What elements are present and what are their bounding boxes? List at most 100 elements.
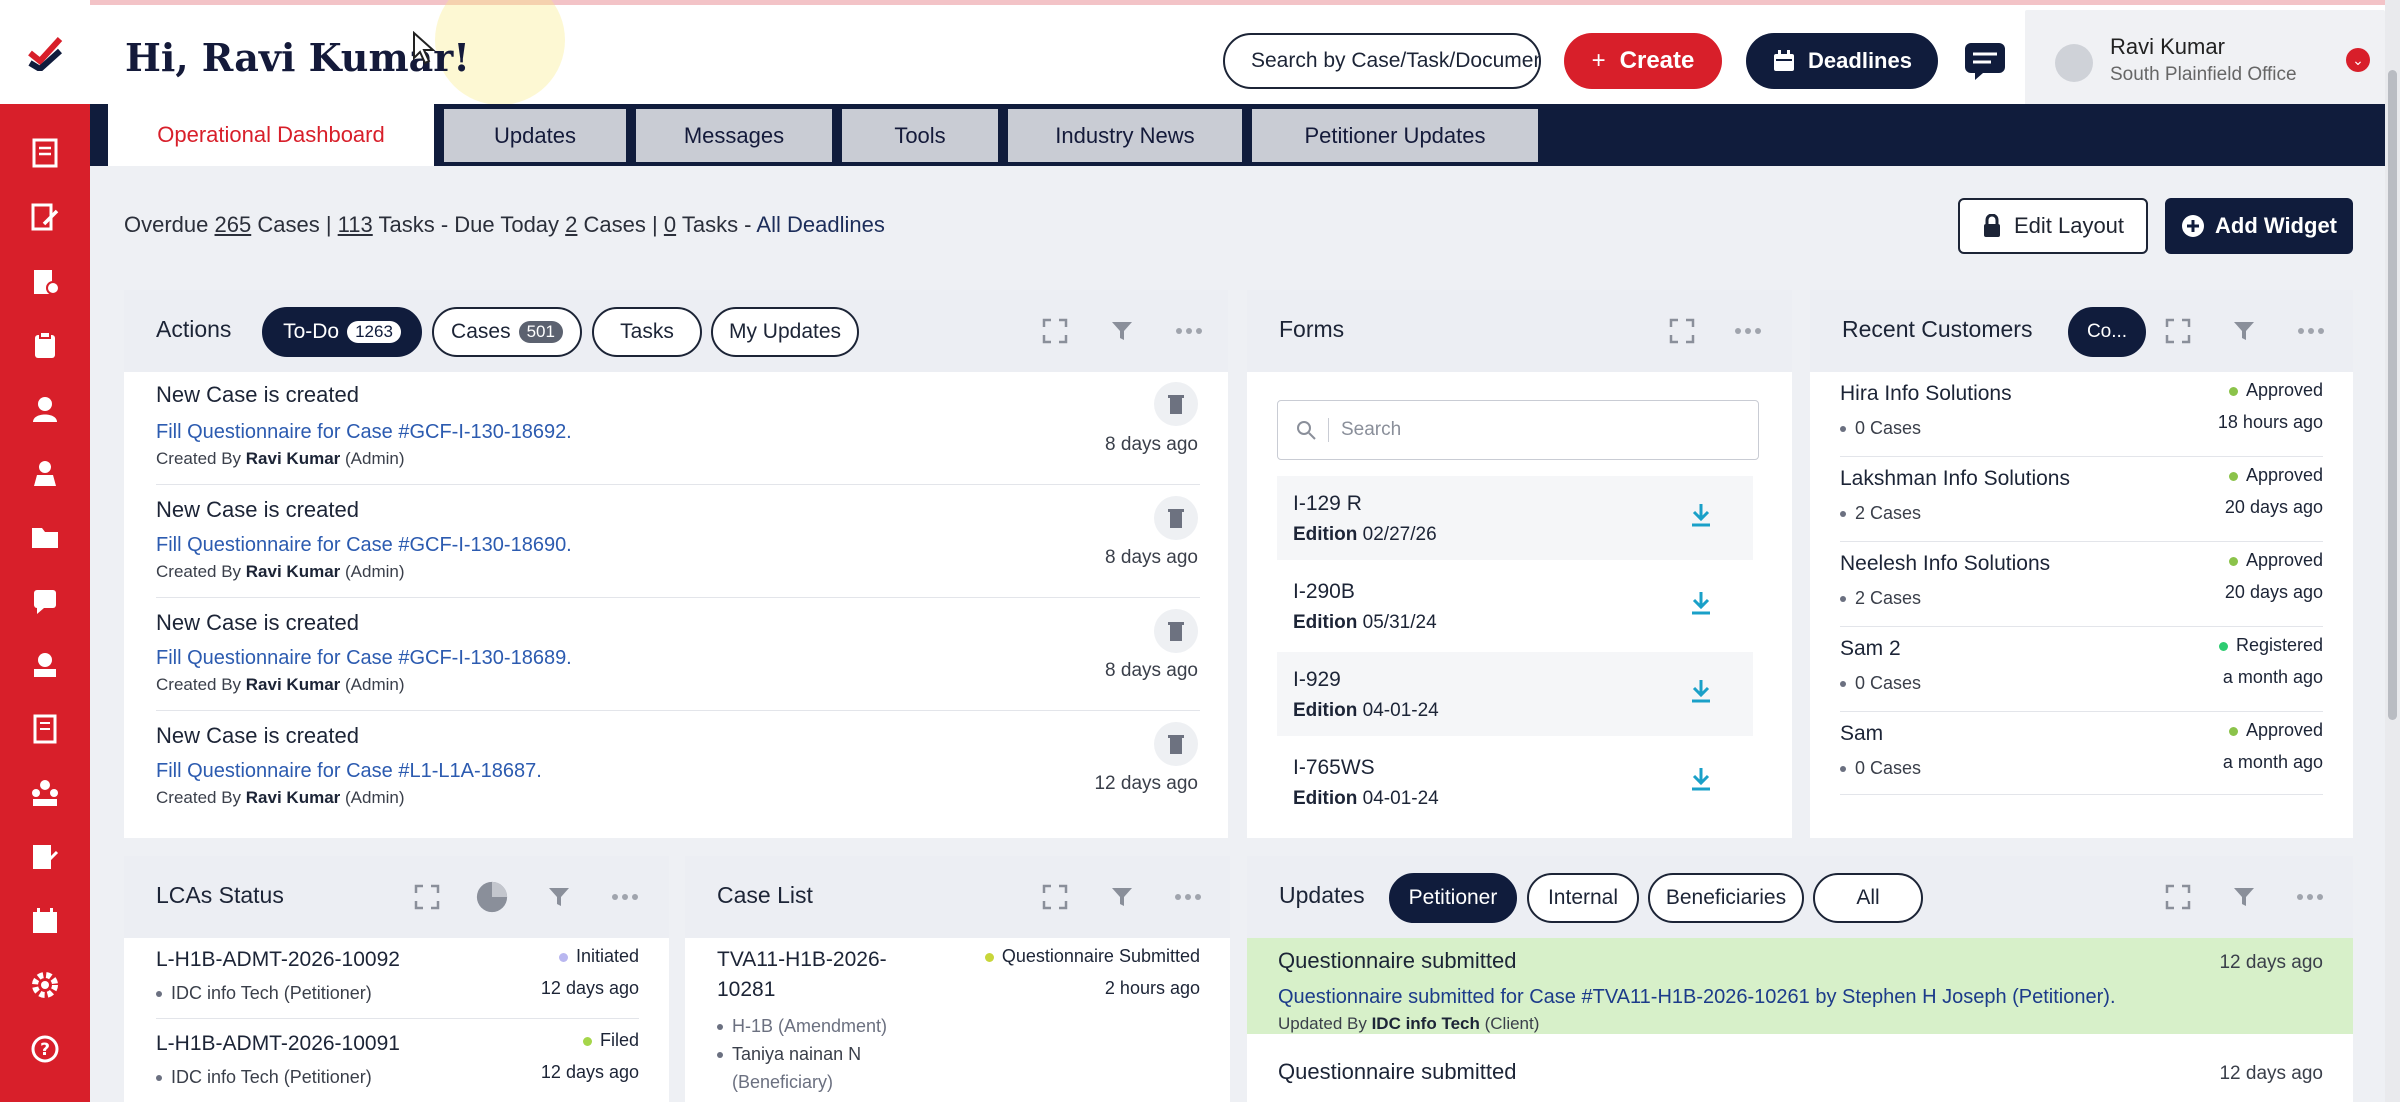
delete-icon[interactable] bbox=[1154, 496, 1198, 540]
case-id-line-1: TVA11-H1B-2026- bbox=[717, 948, 887, 971]
all-deadlines-link[interactable]: All Deadlines bbox=[756, 212, 884, 237]
pill-all[interactable]: All bbox=[1813, 873, 1923, 923]
filter-icon[interactable] bbox=[2227, 314, 2261, 348]
status-badge: Registered bbox=[2235, 635, 2323, 655]
expand-icon[interactable] bbox=[2161, 314, 2195, 348]
download-icon[interactable] bbox=[1689, 678, 1713, 709]
chevron-down-icon[interactable]: ⌄ bbox=[2346, 48, 2370, 72]
sidebar-folder-icon[interactable] bbox=[25, 517, 65, 557]
sidebar-person-icon[interactable] bbox=[25, 453, 65, 493]
more-options-icon[interactable] bbox=[1172, 314, 1206, 348]
pill-my-updates[interactable]: My Updates bbox=[711, 307, 859, 357]
create-button[interactable]: + Create bbox=[1564, 33, 1722, 89]
tab-petitioner-updates[interactable]: Petitioner Updates bbox=[1252, 109, 1538, 162]
sidebar-help-icon[interactable]: ? bbox=[25, 1029, 65, 1069]
more-options-icon[interactable] bbox=[1731, 314, 1765, 348]
logo-icon bbox=[28, 36, 63, 71]
more-options-icon[interactable] bbox=[608, 880, 642, 914]
sidebar-user-icon[interactable] bbox=[25, 389, 65, 429]
sidebar-clipboard-icon[interactable] bbox=[25, 325, 65, 365]
download-icon[interactable] bbox=[1689, 502, 1713, 533]
pill-cases-count: 501 bbox=[518, 321, 563, 343]
page-scrollbar-thumb[interactable] bbox=[2388, 70, 2397, 720]
update-text[interactable]: Questionnaire submitted for Case #TVA11-… bbox=[1278, 986, 2116, 1009]
pill-beneficiaries[interactable]: Beneficiaries bbox=[1648, 873, 1804, 923]
more-options-icon[interactable] bbox=[2293, 880, 2327, 914]
divider bbox=[156, 484, 1200, 485]
tab-operational-dashboard[interactable]: Operational Dashboard bbox=[108, 104, 434, 166]
list-item[interactable]: I-929 Edition 04-01-24 bbox=[1277, 652, 1753, 736]
expand-icon[interactable] bbox=[1665, 314, 1699, 348]
filter-icon[interactable] bbox=[1105, 880, 1139, 914]
tab-tools[interactable]: Tools bbox=[842, 109, 998, 162]
pill-tasks[interactable]: Tasks bbox=[592, 307, 702, 357]
delete-icon[interactable] bbox=[1154, 609, 1198, 653]
sidebar-contact-icon[interactable] bbox=[25, 645, 65, 685]
user-profile-menu[interactable]: Ravi Kumar South Plainfield Office ⌄ bbox=[2025, 10, 2385, 109]
pill-cases[interactable]: Cases 501 bbox=[432, 307, 582, 357]
sidebar-team-icon[interactable] bbox=[25, 773, 65, 813]
update-time: 12 days ago bbox=[2219, 952, 2323, 973]
pill-internal[interactable]: Internal bbox=[1527, 873, 1639, 923]
delete-icon[interactable] bbox=[1154, 722, 1198, 766]
created-by-label: Created By bbox=[156, 562, 242, 581]
create-label: Create bbox=[1619, 47, 1695, 74]
list-item[interactable]: Questionnaire submitted Questionnaire su… bbox=[1247, 938, 2353, 1034]
forms-widget-header: Forms bbox=[1247, 290, 1792, 372]
pill-petitioner[interactable]: Petitioner bbox=[1389, 873, 1517, 923]
sidebar-settings-icon[interactable] bbox=[25, 965, 65, 1005]
due-cases-link[interactable]: 2 bbox=[565, 212, 577, 237]
sidebar-edit-document-icon[interactable] bbox=[25, 197, 65, 237]
global-search-input[interactable]: Search by Case/Task/Document bbox=[1223, 33, 1541, 89]
sidebar-book-icon[interactable] bbox=[25, 709, 65, 749]
overdue-tasks-link[interactable]: 113 bbox=[338, 212, 373, 237]
expand-icon[interactable] bbox=[1038, 314, 1072, 348]
recent-customers-widget: Recent Customers Co... Hira Info Solutio… bbox=[1810, 290, 2353, 838]
expand-icon[interactable] bbox=[410, 880, 444, 914]
sidebar-message-icon[interactable] bbox=[25, 581, 65, 621]
action-link[interactable]: Fill Questionnaire for Case #GCF-I-130-1… bbox=[156, 421, 572, 444]
filter-icon[interactable] bbox=[542, 880, 576, 914]
action-link[interactable]: Fill Questionnaire for Case #L1-L1A-1868… bbox=[156, 760, 542, 783]
expand-icon[interactable] bbox=[2161, 880, 2195, 914]
app-logo[interactable] bbox=[0, 0, 90, 104]
customer-time: 20 days ago bbox=[2224, 497, 2323, 517]
customer-name: Hira Info Solutions bbox=[1840, 382, 2012, 405]
tab-messages[interactable]: Messages bbox=[636, 109, 832, 162]
chat-icon[interactable] bbox=[1961, 37, 2009, 85]
deadlines-button[interactable]: Deadlines bbox=[1746, 33, 1938, 89]
tab-industry-news[interactable]: Industry News bbox=[1008, 109, 1242, 162]
list-item[interactable]: I-765WS Edition 04-01-24 bbox=[1277, 740, 1753, 824]
download-icon[interactable] bbox=[1689, 590, 1713, 621]
sidebar-building-icon[interactable] bbox=[25, 261, 65, 301]
expand-icon[interactable] bbox=[1038, 880, 1072, 914]
forms-search-input[interactable]: Search bbox=[1277, 400, 1759, 460]
action-link[interactable]: Fill Questionnaire for Case #GCF-I-130-1… bbox=[156, 534, 572, 557]
search-icon bbox=[1297, 421, 1316, 440]
user-name: Ravi Kumar bbox=[2110, 34, 2225, 59]
delete-icon[interactable] bbox=[1154, 382, 1198, 426]
created-by-label: Created By bbox=[156, 675, 242, 694]
download-icon[interactable] bbox=[1689, 766, 1713, 797]
action-time: 12 days ago bbox=[1094, 773, 1198, 794]
overdue-cases-link[interactable]: 265 bbox=[215, 212, 252, 237]
list-item[interactable]: I-129 R Edition 02/27/26 bbox=[1277, 476, 1753, 560]
more-options-icon[interactable] bbox=[1171, 880, 1205, 914]
more-options-icon[interactable] bbox=[2294, 314, 2328, 348]
sidebar-calendar-icon[interactable] bbox=[25, 901, 65, 941]
edit-layout-button[interactable]: Edit Layout bbox=[1958, 198, 2148, 254]
sidebar-document-icon[interactable] bbox=[25, 133, 65, 173]
action-link[interactable]: Fill Questionnaire for Case #GCF-I-130-1… bbox=[156, 647, 572, 670]
pill-todo[interactable]: To-Do 1263 bbox=[262, 307, 422, 357]
sidebar-notes-icon[interactable] bbox=[25, 837, 65, 877]
filter-icon[interactable] bbox=[2227, 880, 2261, 914]
due-tasks-link[interactable]: 0 bbox=[664, 212, 676, 237]
pill-customers[interactable]: Co... bbox=[2068, 307, 2146, 357]
updates-header: Updates Petitioner Internal Beneficiarie… bbox=[1247, 856, 2353, 938]
pie-chart-icon[interactable] bbox=[475, 880, 509, 914]
add-widget-button[interactable]: Add Widget bbox=[2165, 198, 2353, 254]
edition-label: Edition bbox=[1293, 788, 1358, 809]
list-item[interactable]: I-290B Edition 05/31/24 bbox=[1277, 564, 1753, 648]
tab-updates[interactable]: Updates bbox=[444, 109, 626, 162]
filter-icon[interactable] bbox=[1105, 314, 1139, 348]
